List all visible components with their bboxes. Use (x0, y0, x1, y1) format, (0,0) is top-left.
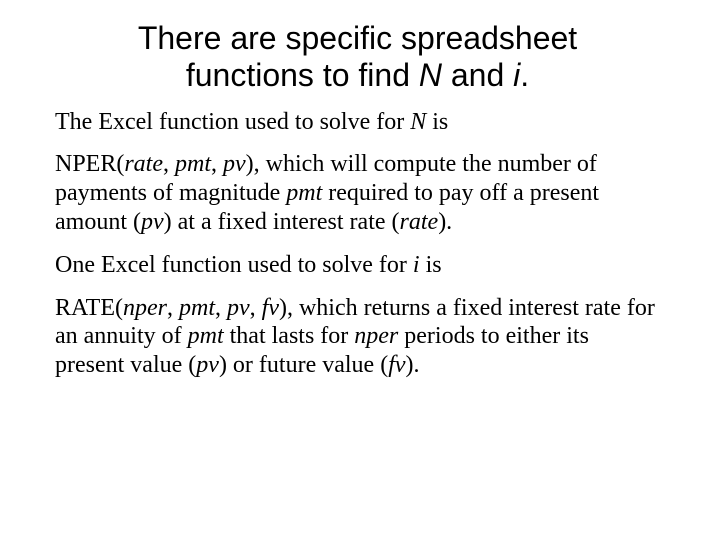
p4-nper: nper (123, 295, 167, 321)
p4-nper2: nper (354, 323, 398, 349)
title-line2a: functions to find (186, 57, 419, 93)
p4-q: ). (406, 352, 420, 378)
p4-g: , (250, 295, 262, 321)
p1-text-b: is (426, 109, 448, 135)
para-3: One Excel function used to solve for i i… (55, 251, 660, 280)
p2-pv: pv (223, 151, 246, 177)
p4-pmt: pmt (179, 295, 215, 321)
title-line1: There are specific spreadsheet (138, 20, 577, 56)
p2-pmt: pmt (175, 151, 211, 177)
slide-title: There are specific spreadsheet functions… (55, 20, 660, 94)
para-2: NPER(rate, pmt, pv), which will compute … (55, 150, 660, 236)
p4-pv2: pv (196, 352, 219, 378)
p2-rate: rate (124, 151, 163, 177)
p4-pv: pv (227, 295, 250, 321)
p2-pmt2: pmt (286, 180, 322, 206)
para-4: RATE(nper, pmt, pv, fv), which returns a… (55, 294, 660, 380)
p2-pv2: pv (141, 209, 164, 235)
title-line2c: . (520, 57, 529, 93)
p4-o: ) or future value ( (219, 352, 388, 378)
slide-body: The Excel function used to solve for N i… (55, 108, 660, 380)
p2-m: ). (438, 209, 452, 235)
p1-text-a: The Excel function used to solve for (55, 109, 410, 135)
p3-b: is (420, 252, 442, 278)
p2-k: ) at a fixed interest rate ( (164, 209, 400, 235)
slide: There are specific spreadsheet functions… (0, 0, 720, 540)
p2-c: , (163, 151, 175, 177)
p2-rate2: rate (400, 209, 439, 235)
p4-fv: fv (262, 295, 279, 321)
p4-e: , (215, 295, 227, 321)
title-line2b: and (442, 57, 513, 93)
p2-a: NPER( (55, 151, 124, 177)
p4-c: , (167, 295, 179, 321)
p3-var-i: i (413, 252, 420, 278)
p3-a: One Excel function used to solve for (55, 252, 413, 278)
p4-a: RATE( (55, 295, 123, 321)
para-1: The Excel function used to solve for N i… (55, 108, 660, 137)
p2-e: , (211, 151, 223, 177)
p1-var-n: N (410, 109, 426, 135)
p4-pmt2: pmt (188, 323, 224, 349)
title-var-n: N (419, 57, 442, 93)
p4-fv2: fv (388, 352, 405, 378)
p4-k: that lasts for (224, 323, 355, 349)
